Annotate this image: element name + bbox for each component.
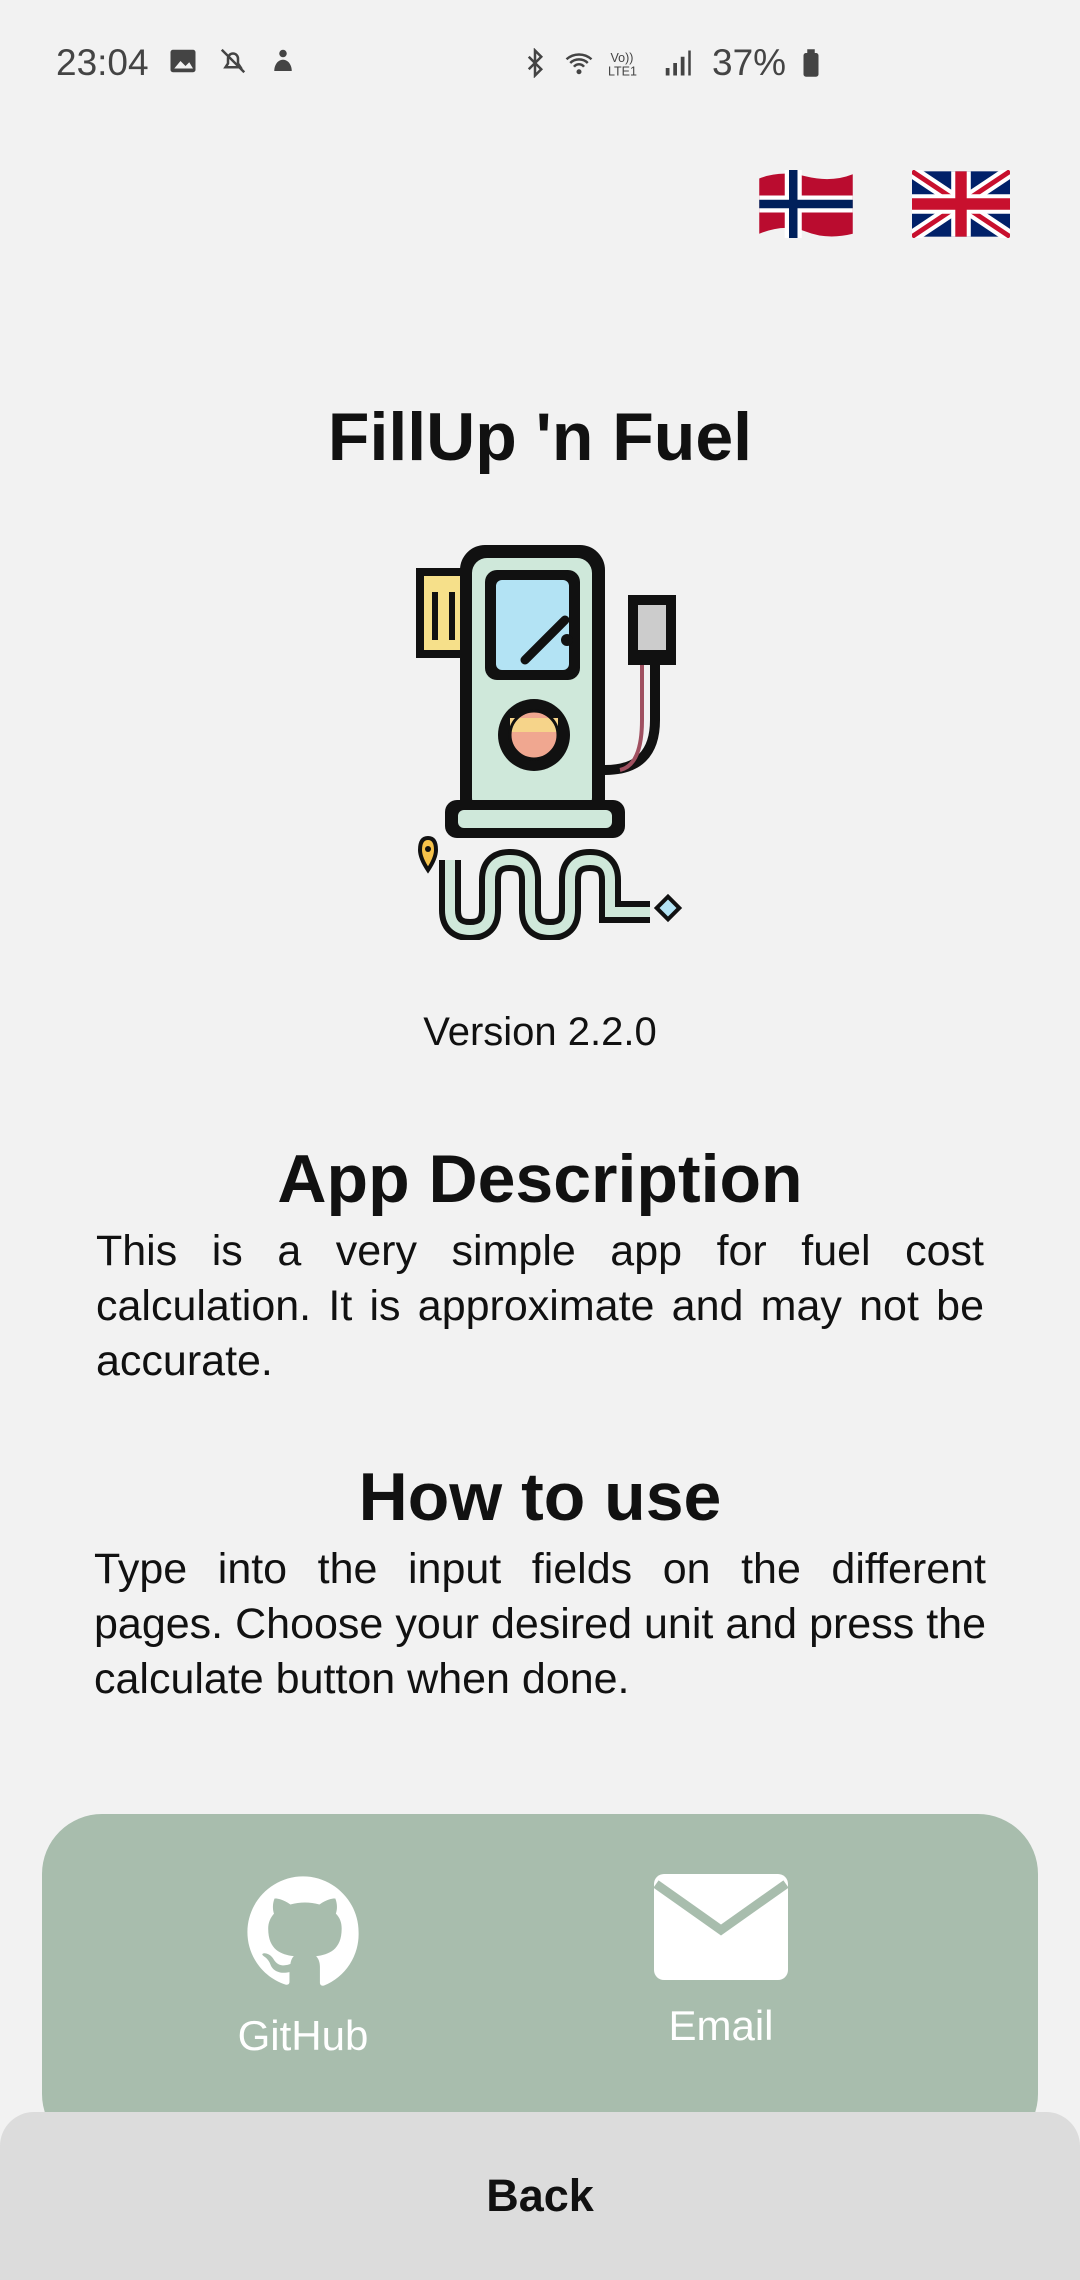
- how-to-use-text: Type into the input fields on the differ…: [94, 1545, 986, 1703]
- image-icon: [170, 49, 196, 73]
- how-to-use-heading: How to use: [358, 1459, 722, 1535]
- app-description-text: This is a very simple app for fuel cost …: [96, 1227, 984, 1385]
- back-button[interactable]: Back: [0, 2112, 1080, 2280]
- version-text: Version 2.2.0: [423, 1010, 657, 1054]
- fuel-pump-logo-icon: [416, 545, 683, 940]
- bluetooth-icon: [527, 48, 544, 78]
- wifi-icon: [565, 53, 593, 75]
- app-title: FillUp 'n Fuel: [327, 399, 753, 475]
- contact-links-card: GitHub Email: [42, 1814, 1038, 2154]
- status-right-icons: Vo)) LTE1 37%: [520, 42, 822, 84]
- volte-icon: Vo))LTE1: [608, 51, 637, 79]
- github-link[interactable]: GitHub: [193, 1874, 413, 2060]
- hand-icon: [274, 49, 292, 71]
- app-description-heading: App Description: [277, 1141, 803, 1217]
- svg-text:Vo)): Vo)): [611, 51, 634, 65]
- uk-flag-icon[interactable]: [912, 170, 1010, 238]
- email-link[interactable]: Email: [611, 1874, 831, 2050]
- status-left-icons: [168, 46, 298, 76]
- svg-text:LTE1: LTE1: [608, 65, 637, 79]
- notifications-off-icon: [220, 48, 246, 74]
- status-bar: 23:04 Vo)) LTE1 37%: [0, 0, 1080, 130]
- norwegian-flag-icon[interactable]: [757, 170, 855, 238]
- email-icon: [654, 1874, 788, 1980]
- signal-icon: [665, 50, 691, 76]
- email-label: Email: [668, 2002, 774, 2049]
- github-label: GitHub: [237, 2012, 369, 2059]
- status-time: 23:04: [56, 42, 149, 83]
- github-icon: [247, 1876, 359, 1986]
- battery-percentage: 37%: [712, 42, 787, 83]
- battery-icon: [803, 49, 819, 77]
